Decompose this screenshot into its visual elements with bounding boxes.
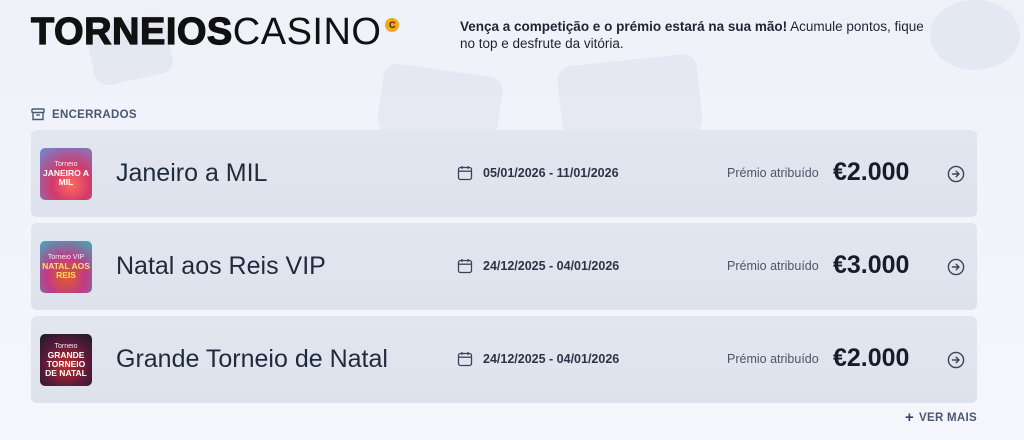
prize-label: Prémio atribuído (727, 259, 819, 273)
thumbnail-title: JANEIRO A MIL (43, 168, 89, 187)
tournament-card[interactable]: Torneio GRANDE TORNEIO DE NATAL Grande T… (31, 316, 977, 403)
tournament-card[interactable]: Torneio JANEIRO A MIL Janeiro a MIL 05/0… (31, 130, 977, 217)
date-range: 05/01/2026 - 11/01/2026 (483, 166, 619, 180)
prize-label: Prémio atribuído (727, 166, 819, 180)
thumbnail-subtitle: Torneio (54, 161, 78, 168)
section-label: ENCERRADOS (52, 108, 137, 121)
tournament-thumbnail: Torneio GRANDE TORNEIO DE NATAL (40, 334, 92, 386)
tournament-name[interactable]: Grande Torneio de Natal (116, 344, 388, 374)
archive-icon (31, 108, 45, 121)
prize-value: €3.000 (833, 251, 910, 279)
thumbnail-title: NATAL AOS REIS (42, 261, 90, 280)
thumbnail-subtitle: Torneio VIP (47, 254, 85, 261)
tournament-dates: 24/12/2025 - 04/01/2026 (457, 351, 619, 367)
tournament-dates: 24/12/2025 - 04/01/2026 (457, 258, 619, 274)
thumbnail-subtitle: Torneio (54, 342, 78, 350)
thumbnail-title: GRANDE TORNEIO DE NATAL (45, 349, 87, 378)
tagline: Vença a competição e o prémio estará na … (460, 18, 930, 52)
page-header: TORNEIOS CASINO C (30, 11, 400, 53)
see-more-button[interactable]: + VER MAIS (904, 409, 977, 426)
arrow-right-circle-icon[interactable] (947, 258, 965, 276)
calendar-icon (457, 352, 473, 367)
section-header-closed: ENCERRADOS (31, 108, 137, 121)
tournament-card[interactable]: Torneio VIP NATAL AOS REIS Natal aos Rei… (31, 223, 977, 310)
prize-label: Prémio atribuído (727, 352, 819, 366)
logo-bold-text: TORNEIOS (30, 11, 233, 53)
logo-thin-text: CASINO (232, 11, 382, 53)
calendar-icon (457, 259, 473, 274)
tournament-name[interactable]: Janeiro a MIL (116, 158, 267, 188)
tournament-thumbnail: Torneio VIP NATAL AOS REIS (40, 241, 92, 293)
tournament-thumbnail: Torneio JANEIRO A MIL (40, 148, 92, 200)
arrow-right-circle-icon[interactable] (947, 165, 965, 183)
logo-badge: C (385, 18, 400, 32)
plus-icon: + (904, 409, 914, 426)
tournament-list: Torneio JANEIRO A MIL Janeiro a MIL 05/0… (31, 130, 977, 409)
tagline-bold: Vença a competição e o prémio estará na … (460, 19, 788, 34)
arrow-right-circle-icon[interactable] (947, 351, 965, 369)
prize-value: €2.000 (833, 344, 910, 372)
prize-value: €2.000 (833, 158, 910, 186)
tournament-name[interactable]: Natal aos Reis VIP (116, 251, 326, 281)
torneios-casino-logo[interactable]: TORNEIOS CASINO C (30, 11, 400, 53)
date-range: 24/12/2025 - 04/01/2026 (483, 259, 620, 273)
see-more-label: VER MAIS (919, 412, 977, 424)
date-range: 24/12/2025 - 04/01/2026 (483, 352, 620, 366)
tournament-dates: 05/01/2026 - 11/01/2026 (457, 165, 619, 181)
background-decoration (930, 0, 1020, 70)
calendar-icon (457, 166, 473, 181)
